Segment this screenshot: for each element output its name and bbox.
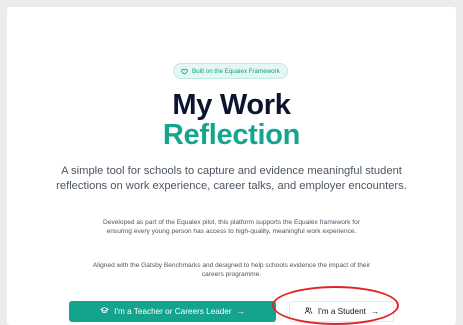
arrow-right-icon: → <box>370 307 380 316</box>
teacher-button-label: I'm a Teacher or Careers Leader <box>114 307 232 316</box>
arrow-right-icon: → <box>236 307 245 316</box>
heart-icon <box>181 68 188 75</box>
users-icon <box>304 306 313 317</box>
teacher-button[interactable]: I'm a Teacher or Careers Leader → <box>69 301 276 322</box>
badge-label: Built on the Equalex Framework <box>192 67 280 75</box>
student-button-label: I'm a Student <box>317 307 366 316</box>
title-line-1: My Work <box>172 89 291 121</box>
lead-paragraph: A simple tool for schools to capture and… <box>56 165 407 192</box>
graduation-cap-icon <box>100 306 109 317</box>
title-line-2: Reflection <box>162 119 301 151</box>
pilot-paragraph: Developed as part of the Equalex pilot, … <box>103 219 360 236</box>
student-button[interactable]: I'm a Student → <box>289 301 394 322</box>
gatsby-paragraph: Aligned with the Gatsby Benchmarks and d… <box>92 262 371 279</box>
page-title: My Work Reflection <box>7 90 456 150</box>
landing-card: Built on the Equalex Framework My Work R… <box>7 7 456 325</box>
framework-badge: Built on the Equalex Framework <box>173 63 288 79</box>
